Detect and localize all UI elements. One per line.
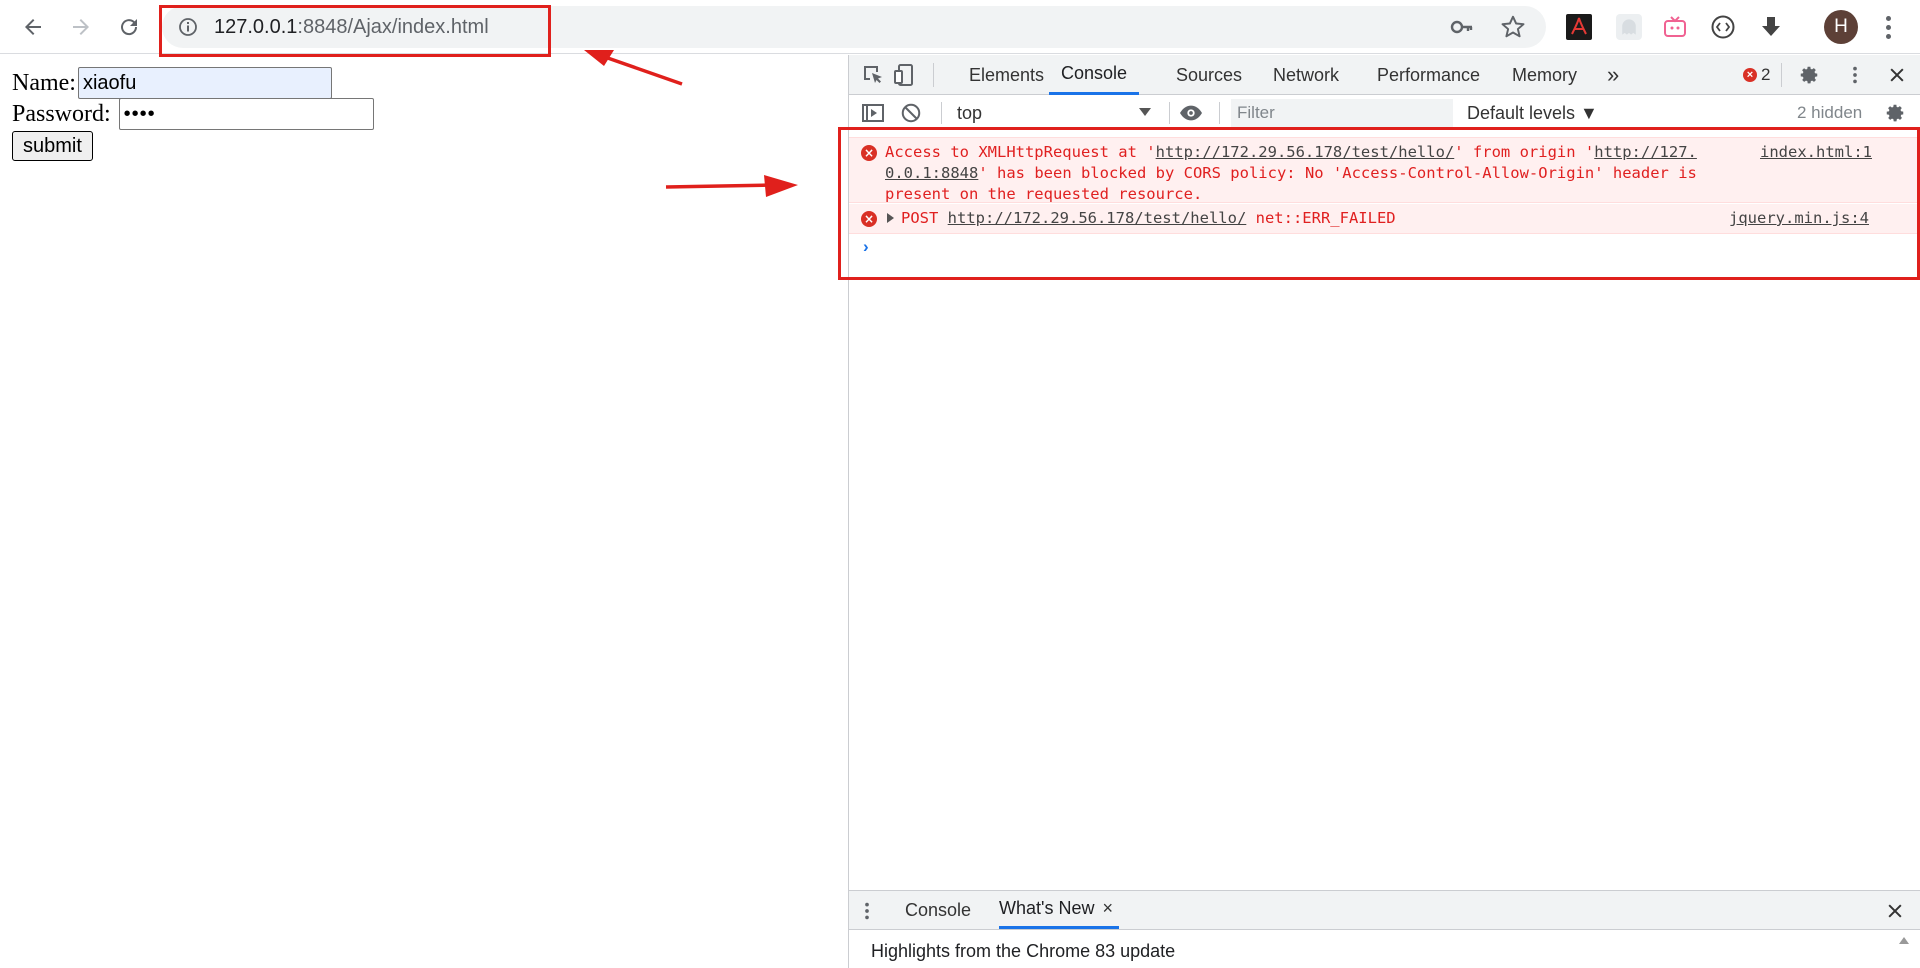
tab-elements[interactable]: Elements — [969, 55, 1044, 95]
tab-performance[interactable]: Performance — [1377, 55, 1480, 95]
context-select[interactable]: top — [957, 96, 1157, 130]
password-row: Password: •••• — [12, 98, 374, 130]
close-icon[interactable]: × — [1102, 898, 1113, 919]
submit-button[interactable]: submit — [12, 131, 93, 161]
console-annotation-box — [838, 127, 1920, 280]
chevron-down-icon[interactable] — [1139, 108, 1151, 116]
whats-new-headline: Highlights from the Chrome 83 update — [871, 941, 1176, 961]
eye-icon[interactable] — [1179, 101, 1203, 125]
url-annotation-box — [159, 5, 551, 57]
download-icon[interactable] — [1758, 14, 1784, 40]
bookmark-star-icon[interactable] — [1500, 14, 1526, 40]
devtools-tabbar: Elements Console Sources Network Perform… — [849, 55, 1920, 95]
key-icon[interactable] — [1450, 16, 1474, 38]
close-icon[interactable] — [1883, 899, 1907, 923]
filter-input[interactable]: Filter — [1231, 99, 1453, 127]
tab-console[interactable]: Console — [1049, 55, 1140, 95]
scroll-up-icon[interactable] — [1899, 937, 1909, 944]
more-vertical-icon[interactable] — [1876, 12, 1900, 42]
password-input[interactable]: •••• — [118, 98, 374, 130]
forward-arrow-icon[interactable] — [64, 10, 98, 44]
log-levels-dropdown[interactable]: Default levels ▼ — [1467, 96, 1598, 130]
clear-console-icon[interactable] — [899, 101, 923, 125]
device-toolbar-icon[interactable] — [893, 63, 917, 87]
drawer-tab-console[interactable]: Console — [905, 891, 971, 929]
name-label: Name: — [12, 69, 76, 96]
submit-row: submit — [12, 131, 93, 161]
avatar[interactable]: H — [1824, 10, 1858, 44]
sidebar-toggle-icon[interactable] — [861, 101, 885, 125]
pdf-extension-icon[interactable] — [1566, 14, 1592, 40]
inspect-element-icon[interactable] — [861, 63, 885, 87]
drawer-tab-whats-new[interactable]: What's New × — [999, 891, 1119, 929]
ghost-extension-icon[interactable] — [1616, 14, 1642, 40]
reload-icon[interactable] — [112, 10, 146, 44]
name-input[interactable]: xiaofu — [77, 67, 332, 99]
tab-memory[interactable]: Memory — [1512, 55, 1577, 95]
gear-icon[interactable] — [1797, 63, 1821, 87]
tab-sources[interactable]: Sources — [1176, 55, 1242, 95]
hidden-count: 2 hidden — [1797, 103, 1863, 122]
more-tabs-icon[interactable]: » — [1607, 55, 1619, 95]
tv-extension-icon[interactable] — [1662, 14, 1688, 40]
code-extension-icon[interactable] — [1710, 14, 1736, 40]
error-icon: × — [1743, 68, 1757, 82]
drawer-tabbar: Console What's New × — [849, 890, 1920, 930]
close-icon[interactable] — [1885, 63, 1909, 87]
more-vertical-icon[interactable] — [855, 899, 879, 923]
annotation-arrow-icon — [665, 175, 798, 197]
whats-new-panel: Highlights from the Chrome 83 update — [849, 931, 1920, 968]
gear-icon[interactable] — [1883, 101, 1907, 125]
password-label: Password: — [12, 100, 111, 127]
more-vertical-icon[interactable] — [1843, 63, 1867, 87]
name-row: Name: xiaofu — [12, 67, 332, 99]
tab-network[interactable]: Network — [1273, 55, 1339, 95]
console-filter-bar: top Filter Default levels ▼ 2 hidden — [849, 96, 1920, 130]
error-counter[interactable]: × 2 — [1743, 65, 1770, 85]
back-arrow-icon[interactable] — [16, 10, 50, 44]
